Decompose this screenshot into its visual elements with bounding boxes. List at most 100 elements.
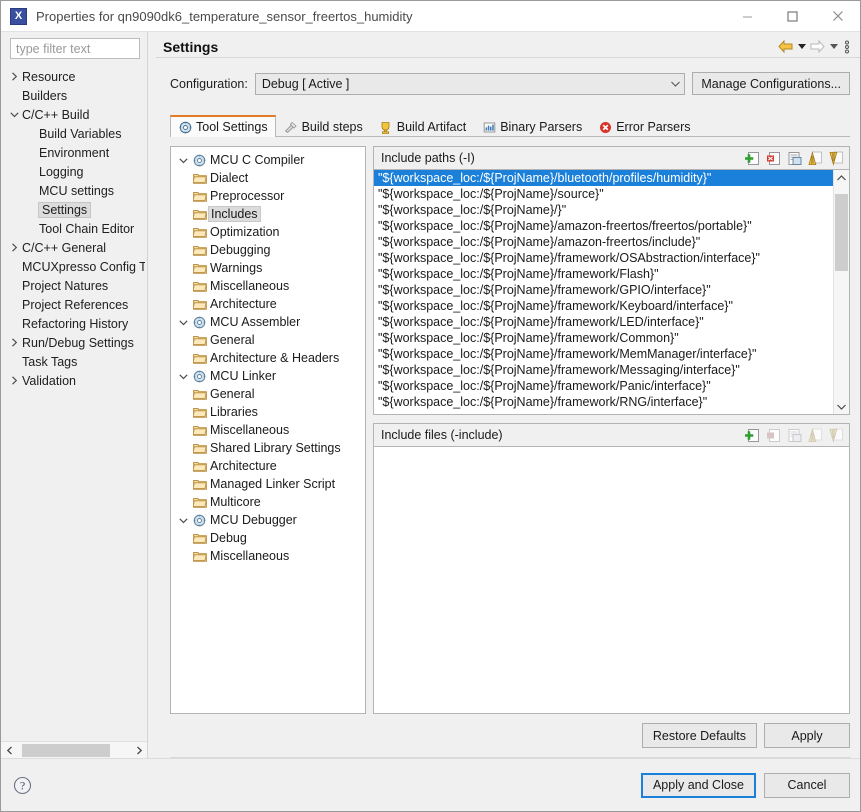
settings-tree-item-task-tags[interactable]: Task Tags bbox=[1, 352, 147, 371]
include-paths-vscrollbar[interactable] bbox=[833, 170, 849, 414]
include-path-row[interactable]: "${workspace_loc:/${ProjName}/framework/… bbox=[374, 298, 833, 314]
include-path-row[interactable]: "${workspace_loc:/${ProjName}/amazon-fre… bbox=[374, 218, 833, 234]
edit-icon[interactable] bbox=[786, 150, 803, 167]
tool-tree-item-preprocessor[interactable]: Preprocessor bbox=[171, 187, 365, 205]
add-icon[interactable] bbox=[744, 150, 761, 167]
tab-binary-parsers[interactable]: Binary Parsers bbox=[474, 116, 590, 137]
scroll-right-icon[interactable] bbox=[130, 743, 147, 758]
settings-tree[interactable]: Resource Builders C/C++ Build Build Variabl… bbox=[1, 63, 147, 741]
tool-tree-item-managed-linker-script[interactable]: Managed Linker Script bbox=[171, 475, 365, 493]
tool-tree-item-miscellaneous[interactable]: Miscellaneous bbox=[171, 421, 365, 439]
settings-tree-item-environment[interactable]: Environment bbox=[1, 143, 147, 162]
chevron-down-icon[interactable] bbox=[175, 516, 191, 525]
include-files-list[interactable] bbox=[373, 446, 850, 714]
include-path-row[interactable]: "${workspace_loc:/${ProjName}/framework/… bbox=[374, 362, 833, 378]
maximize-icon[interactable] bbox=[770, 1, 815, 32]
include-path-row[interactable]: "${workspace_loc:/${ProjName}/framework/… bbox=[374, 282, 833, 298]
include-path-row[interactable]: "${workspace_loc:/${ProjName}/framework/… bbox=[374, 346, 833, 362]
configuration-select[interactable]: Debug [ Active ] bbox=[254, 72, 686, 95]
tool-tree-item-libraries[interactable]: Libraries bbox=[171, 403, 365, 421]
vscroll-thumb[interactable] bbox=[835, 194, 848, 271]
minimize-icon[interactable] bbox=[725, 1, 770, 32]
hscroll-thumb[interactable] bbox=[22, 743, 110, 757]
scroll-up-icon[interactable] bbox=[834, 170, 849, 185]
settings-tree-item-mcuxpresso-config-t[interactable]: MCUXpresso Config T bbox=[1, 257, 147, 276]
view-menu-icon[interactable] bbox=[841, 38, 852, 56]
include-paths-list[interactable]: "${workspace_loc:/${ProjName}/bluetooth/… bbox=[373, 169, 850, 415]
tool-tree-item-mcu-debugger[interactable]: MCU Debugger bbox=[171, 511, 365, 529]
chevron-down-icon[interactable] bbox=[175, 318, 191, 327]
settings-tree-item-resource[interactable]: Resource bbox=[1, 67, 147, 86]
close-icon[interactable] bbox=[815, 1, 860, 32]
tool-tree-item-shared-library-settings[interactable]: Shared Library Settings bbox=[171, 439, 365, 457]
tab-tool-settings[interactable]: Tool Settings bbox=[170, 115, 276, 137]
chevron-down-icon[interactable] bbox=[7, 110, 22, 119]
include-path-row[interactable]: "${workspace_loc:/${ProjName}/framework/… bbox=[374, 266, 833, 282]
delete-icon[interactable] bbox=[765, 150, 782, 167]
back-arrow-icon[interactable] bbox=[777, 38, 794, 56]
tool-tree-item-dialect[interactable]: Dialect bbox=[171, 169, 365, 187]
tool-tree-item-miscellaneous[interactable]: Miscellaneous bbox=[171, 277, 365, 295]
tool-tree-item-general[interactable]: General bbox=[171, 385, 365, 403]
settings-tree-item-c-c-build[interactable]: C/C++ Build bbox=[1, 105, 147, 124]
include-path-row[interactable]: "${workspace_loc:/${ProjName}/framework/… bbox=[374, 250, 833, 266]
include-files-items[interactable] bbox=[374, 447, 849, 713]
tool-tree-item-includes[interactable]: Includes bbox=[171, 205, 365, 223]
include-path-row[interactable]: "${workspace_loc:/${ProjName}/framework/… bbox=[374, 314, 833, 330]
chevron-down-icon[interactable] bbox=[175, 372, 191, 381]
apply-and-close-button[interactable]: Apply and Close bbox=[640, 772, 756, 798]
tool-tree-item-mcu-c-compiler[interactable]: MCU C Compiler bbox=[171, 151, 365, 169]
manage-configurations-button[interactable]: Manage Configurations... bbox=[692, 72, 850, 95]
settings-tree-hscrollbar[interactable] bbox=[1, 741, 147, 758]
tool-tree-item-warnings[interactable]: Warnings bbox=[171, 259, 365, 277]
tool-tree-item-miscellaneous[interactable]: Miscellaneous bbox=[171, 547, 365, 565]
settings-tree-item-build-variables[interactable]: Build Variables bbox=[1, 124, 147, 143]
settings-tree-item-tool-chain-editor[interactable]: Tool Chain Editor bbox=[1, 219, 147, 238]
include-paths-items[interactable]: "${workspace_loc:/${ProjName}/bluetooth/… bbox=[374, 170, 833, 414]
hscroll-track[interactable] bbox=[18, 742, 130, 758]
settings-tree-item-run-debug-settings[interactable]: Run/Debug Settings bbox=[1, 333, 147, 352]
tool-tree-item-general[interactable]: General bbox=[171, 331, 365, 349]
tool-tree-item-architecture[interactable]: Architecture bbox=[171, 457, 365, 475]
settings-tree-item-settings[interactable]: Settings bbox=[1, 200, 147, 219]
include-path-row[interactable]: "${workspace_loc:/${ProjName}/framework/… bbox=[374, 330, 833, 346]
help-icon[interactable]: ? bbox=[13, 776, 32, 795]
tool-settings-tree[interactable]: MCU C Compiler Dialect Preprocessor Include… bbox=[170, 146, 366, 714]
scroll-left-icon[interactable] bbox=[1, 743, 18, 758]
chevron-right-icon[interactable] bbox=[7, 72, 22, 81]
settings-tree-item-project-natures[interactable]: Project Natures bbox=[1, 276, 147, 295]
settings-tree-item-builders[interactable]: Builders bbox=[1, 86, 147, 105]
tool-tree-item-multicore[interactable]: Multicore bbox=[171, 493, 365, 511]
settings-tree-item-refactoring-history[interactable]: Refactoring History bbox=[1, 314, 147, 333]
include-path-row[interactable]: "${workspace_loc:/${ProjName}/framework/… bbox=[374, 378, 833, 394]
tool-tree-item-optimization[interactable]: Optimization bbox=[171, 223, 365, 241]
chevron-down-icon[interactable] bbox=[175, 156, 191, 165]
vscroll-track[interactable] bbox=[834, 185, 849, 399]
include-path-row[interactable]: "${workspace_loc:/${ProjName}/}" bbox=[374, 202, 833, 218]
tool-tree-item-architecture-headers[interactable]: Architecture & Headers bbox=[171, 349, 365, 367]
include-path-row[interactable]: "${workspace_loc:/${ProjName}/amazon-fre… bbox=[374, 234, 833, 250]
tool-tree-item-mcu-assembler[interactable]: MCU Assembler bbox=[171, 313, 365, 331]
restore-defaults-button[interactable]: Restore Defaults bbox=[641, 723, 757, 748]
move-down-icon[interactable] bbox=[828, 150, 845, 167]
apply-button[interactable]: Apply bbox=[764, 723, 850, 748]
settings-tree-item-c-c-general[interactable]: C/C++ General bbox=[1, 238, 147, 257]
move-up-icon[interactable] bbox=[807, 150, 824, 167]
include-path-row[interactable]: "${workspace_loc:/${ProjName}/framework/… bbox=[374, 394, 833, 410]
cancel-button[interactable]: Cancel bbox=[764, 772, 850, 798]
add-icon[interactable] bbox=[744, 427, 761, 444]
tab-build-steps[interactable]: Build steps bbox=[276, 116, 371, 137]
settings-tree-item-project-references[interactable]: Project References bbox=[1, 295, 147, 314]
chevron-right-icon[interactable] bbox=[7, 338, 22, 347]
chevron-right-icon[interactable] bbox=[7, 376, 22, 385]
tab-build-artifact[interactable]: Build Artifact bbox=[371, 116, 474, 137]
chevron-right-icon[interactable] bbox=[7, 243, 22, 252]
forward-history-chevron-down-icon[interactable] bbox=[828, 38, 839, 56]
settings-tree-item-validation[interactable]: Validation bbox=[1, 371, 147, 390]
tool-tree-item-debug[interactable]: Debug bbox=[171, 529, 365, 547]
settings-tree-item-logging[interactable]: Logging bbox=[1, 162, 147, 181]
settings-tree-item-mcu-settings[interactable]: MCU settings bbox=[1, 181, 147, 200]
tool-tree-item-architecture[interactable]: Architecture bbox=[171, 295, 365, 313]
filter-input[interactable]: type filter text bbox=[10, 38, 140, 59]
include-path-row[interactable]: "${workspace_loc:/${ProjName}/bluetooth/… bbox=[374, 170, 833, 186]
